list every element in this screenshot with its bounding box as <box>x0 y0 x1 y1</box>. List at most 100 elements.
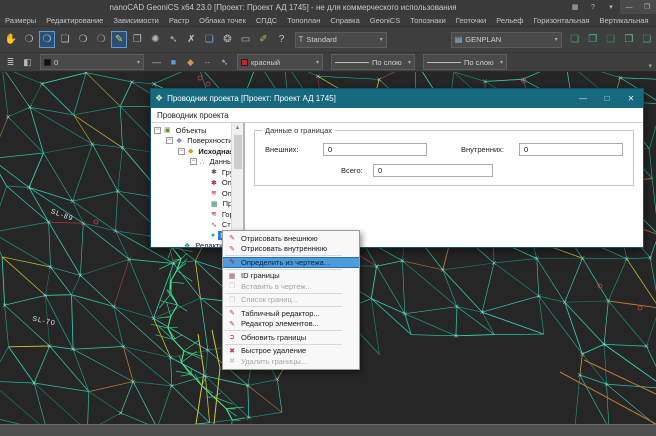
tree-item-primitives[interactable]: − ▦ Примитивы & Файлы точек <box>151 199 231 210</box>
menu-vertikalnaya[interactable]: Вертикальная <box>594 16 653 25</box>
ctx-update-boundaries[interactable]: ➲ Обновить границы <box>223 332 359 343</box>
help-button[interactable]: ? <box>584 0 602 14</box>
genplan-combo[interactable]: ▤ GENPLAN ▾ <box>451 32 562 48</box>
line-sample-icon[interactable]: — <box>149 55 164 70</box>
zoom-window-icon[interactable]: ❍ <box>39 31 55 48</box>
scroll-thumb[interactable] <box>234 135 242 169</box>
bucket-icon[interactable]: ◆ <box>183 55 198 70</box>
menu-separator <box>225 344 342 345</box>
tree-scrollbar[interactable]: ▲ <box>231 123 243 247</box>
linetype-combo[interactable]: По слою ▾ <box>331 54 415 70</box>
copy-object-icon[interactable]: ❐ <box>129 31 145 48</box>
menu-geotochki[interactable]: Геоточки <box>451 16 491 25</box>
ctx-draw-inner[interactable]: ✎ Отрисовать внутреннюю <box>223 244 359 255</box>
text-style-combo[interactable]: T Standard ▾ <box>295 32 387 48</box>
menu-topoznaki[interactable]: Топознаки <box>405 16 451 25</box>
tree-item-tin-data[interactable]: − ∴ Данные TIN <box>151 157 231 168</box>
tree-item-icon: ✱ <box>211 168 217 176</box>
tree-expander-icon[interactable]: − <box>154 127 161 134</box>
tree-item-contours[interactable]: − ≋ Горизонтали <box>151 209 231 220</box>
dots-icon[interactable]: ·· <box>200 55 215 70</box>
ctx-element-editor[interactable]: ✎ Редактор элементов... <box>223 319 359 330</box>
layer-state-icon[interactable]: ◧ <box>20 55 35 70</box>
gear-compass-icon[interactable]: ✺ <box>147 31 163 48</box>
workbench-icon[interactable]: ▭ <box>237 31 253 48</box>
geonics-doc-1-icon[interactable]: ❏ <box>567 31 583 48</box>
grid-icon[interactable]: ▦ <box>566 0 584 14</box>
tree-item-control-contours[interactable]: − ≋ Опорные горизонтали <box>151 188 231 199</box>
blue-square-icon[interactable]: ■ <box>166 55 181 70</box>
menu-gorizontalnaya[interactable]: Горизонтальная <box>528 16 594 25</box>
dialog-close-button[interactable]: ✕ <box>619 89 643 108</box>
ctx-draw-outer[interactable]: ✎ Отрисовать внешнюю <box>223 233 359 244</box>
ctx-insert-to-drawing[interactable]: ❒ Вставить в чертеж... <box>223 281 359 292</box>
geonics-doc-2-icon[interactable]: ❐ <box>585 31 601 48</box>
table-x-icon[interactable]: ✗ <box>183 31 199 48</box>
geonics-doc-4-icon[interactable]: ❒ <box>621 31 637 48</box>
project-tree-panel: − ▣ Объекты − ❖ Поверхности − ◆ Исходная <box>151 123 245 247</box>
menu-topoplan[interactable]: Топоплан <box>282 16 325 25</box>
total-label: Всего: <box>341 166 373 175</box>
ctx-boundary-id[interactable]: ▦ ID границы <box>223 271 359 282</box>
tree-expander-icon[interactable]: − <box>190 158 197 165</box>
color-combo[interactable]: красный ▾ <box>237 54 323 70</box>
pan-hand-icon[interactable]: ✋ <box>3 31 19 48</box>
menu-item-icon: ✖ <box>226 357 238 365</box>
tree-item-structure-lines[interactable]: − ∿ Структурные линии <box>151 220 231 231</box>
layer-combo[interactable]: 0 ▾ <box>40 54 144 70</box>
zoom-out-icon[interactable]: ❍ <box>75 31 91 48</box>
tree-item-control-points[interactable]: − ✱ Опорные точки <box>151 178 231 189</box>
tree-item-editable[interactable]: − ❖ Редакти <box>151 241 231 248</box>
tree-item-boundaries[interactable]: − ● Границы <box>151 230 231 241</box>
internal-count-field[interactable]: 0 <box>519 143 623 156</box>
tree-expander-icon[interactable]: − <box>166 137 173 144</box>
menu-redaktirovanie[interactable]: Редактирование <box>41 16 108 25</box>
zoom-previous-icon[interactable]: ❍ <box>93 31 109 48</box>
help-dropdown-icon[interactable]: ▾ <box>602 0 620 14</box>
layers-doc-icon[interactable]: ❏ <box>201 31 217 48</box>
color-value: красный <box>251 58 280 67</box>
menu-relief[interactable]: Рельеф <box>491 16 528 25</box>
tree-item-objects[interactable]: − ▣ Объекты <box>151 125 231 136</box>
tree-item-surfaces[interactable]: − ❖ Поверхности <box>151 136 231 147</box>
ctx-delete-boundaries[interactable]: ✖ Удалить границы... <box>223 356 359 367</box>
total-count-field[interactable]: 0 <box>373 164 493 177</box>
menu-razmery[interactable]: Размеры <box>0 16 41 25</box>
menu-zavisimosti[interactable]: Зависимости <box>108 16 164 25</box>
globe-icon[interactable]: ❂ <box>219 31 235 48</box>
layer-properties-icon[interactable]: ≣ <box>3 55 18 70</box>
window-minimize-button[interactable]: — <box>620 0 638 14</box>
zoom-dynamic-icon[interactable]: ❑ <box>57 31 73 48</box>
ctx-boundary-list[interactable]: ❒ Список границ... <box>223 295 359 306</box>
tree-expander-icon[interactable]: − <box>178 148 185 155</box>
lineweight-combo[interactable]: По слою ▾ <box>423 54 507 70</box>
menu-geonics[interactable]: GeoniCS <box>365 16 405 25</box>
ctx-table-editor[interactable]: ✎ Табличный редактор... <box>223 308 359 319</box>
scroll-up-icon[interactable]: ▲ <box>232 123 243 134</box>
dialog-maximize-button[interactable]: □ <box>595 89 619 108</box>
geonics-doc-5-icon[interactable]: ❏ <box>639 31 655 48</box>
polyline-edit-icon[interactable]: ➴ <box>165 31 181 48</box>
dialog-titlebar[interactable]: ❖ Проводник проекта [Проект: Проект АД 1… <box>151 89 643 108</box>
tree-item-source-surface[interactable]: − ◆ Исходная <box>151 146 231 157</box>
dialog-header-label: Проводник проекта <box>151 108 643 123</box>
sketch-pencil-icon[interactable]: ✐ <box>255 31 271 48</box>
draw-pencil-icon[interactable]: ✎ <box>111 31 127 48</box>
filter-cursor-icon[interactable]: ➴ <box>217 55 232 70</box>
menu-spds[interactable]: СПДС <box>251 16 282 25</box>
external-count-field[interactable]: 0 <box>323 143 427 156</box>
dialog-minimize-button[interactable]: — <box>571 89 595 108</box>
ctx-define-from-drawing[interactable]: ✎ Определить из чертежа... <box>223 257 359 268</box>
external-label: Внешних: <box>265 145 323 154</box>
menu-bar: Размеры Редактирование Зависимости Растр… <box>0 14 656 27</box>
help-icon[interactable]: ? <box>273 31 289 48</box>
menu-rastr[interactable]: Растр <box>164 16 194 25</box>
window-restore-button[interactable]: ❐ <box>638 0 656 14</box>
tree-item-geopoint-groups[interactable]: − ✱ Группы геоточек <box>151 167 231 178</box>
geonics-doc-3-icon[interactable]: ❑ <box>603 31 619 48</box>
menu-spravka[interactable]: Справка <box>325 16 364 25</box>
menu-oblaka-tochek[interactable]: Облака точек <box>194 16 251 25</box>
toolbar-overflow-icon[interactable]: ▾ <box>648 62 652 70</box>
zoom-realtime-icon[interactable]: ❍ <box>21 31 37 48</box>
ctx-quick-delete[interactable]: ✖ Быстрое удаление <box>223 346 359 357</box>
